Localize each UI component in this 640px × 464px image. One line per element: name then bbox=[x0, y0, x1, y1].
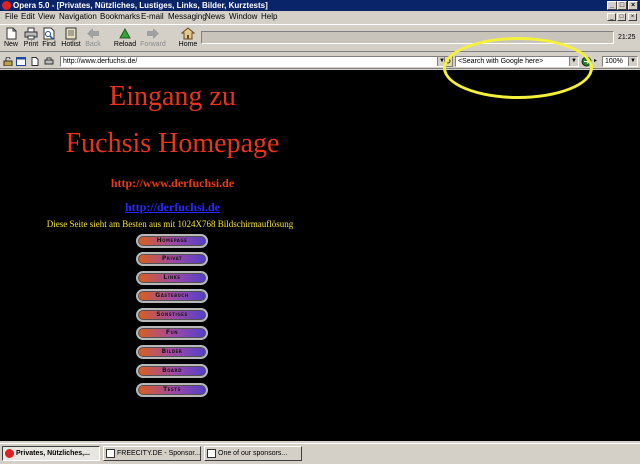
mdi-minimize-button[interactable]: _ bbox=[607, 13, 616, 21]
zoom-arrow-icon[interactable]: ▸ bbox=[594, 57, 597, 64]
hotlist-button[interactable]: Hotlist bbox=[60, 27, 82, 48]
mdi-close-button[interactable]: × bbox=[628, 13, 637, 21]
heading-line-2: Fuchsis Homepage bbox=[65, 128, 280, 159]
menu-help[interactable]: Help bbox=[261, 11, 277, 23]
menu-navigation[interactable]: Navigation bbox=[59, 11, 97, 23]
site-link[interactable]: http://derfuchsi.de bbox=[90, 200, 255, 215]
zoom-dropdown-icon[interactable]: ▼ bbox=[628, 57, 637, 66]
nav-links-button[interactable]: Links bbox=[136, 271, 208, 285]
menu-news[interactable]: News bbox=[205, 11, 225, 23]
back-button[interactable]: Back bbox=[84, 27, 102, 48]
menu-view[interactable]: View bbox=[38, 11, 55, 23]
document-icon bbox=[106, 449, 115, 458]
printer-icon bbox=[24, 27, 38, 40]
page-content: Eingang zu Fuchsis Homepage http://www.d… bbox=[0, 70, 640, 441]
heading-line-1: Eingang zu bbox=[109, 81, 236, 112]
nav-privat-button[interactable]: Privat bbox=[136, 252, 208, 266]
resolution-notice: Diese Seite sieht am Besten aus mit 1024… bbox=[46, 219, 294, 229]
forward-arrow-icon bbox=[147, 28, 159, 39]
menu-bookmarks[interactable]: Bookmarks bbox=[100, 11, 140, 23]
print-small-icon[interactable] bbox=[44, 57, 54, 66]
menu-email[interactable]: E-mail bbox=[141, 11, 164, 23]
minimize-window-button[interactable]: _ bbox=[607, 1, 617, 10]
forward-button[interactable]: Forward bbox=[139, 27, 167, 48]
nav-sonstiges-button[interactable]: Sonstiges bbox=[136, 308, 208, 322]
hotlist-icon bbox=[65, 27, 77, 40]
window-taskbar: Privates, Nützliches,... FREECITY.DE - S… bbox=[0, 443, 640, 464]
nav-gaestebuch-button[interactable]: Gästebuch bbox=[136, 289, 208, 303]
url-text: http://www.derfuchsi.de/ bbox=[63, 58, 138, 65]
close-window-button[interactable]: × bbox=[628, 1, 638, 10]
page-icon[interactable] bbox=[30, 57, 40, 66]
task-privates[interactable]: Privates, Nützliches,... bbox=[2, 446, 100, 461]
zoom-value: 100% bbox=[605, 58, 623, 65]
new-button[interactable]: New bbox=[3, 27, 19, 48]
menu-edit[interactable]: Edit bbox=[21, 11, 35, 23]
new-page-icon bbox=[6, 27, 17, 40]
nav-homepage-button[interactable]: Homepage bbox=[136, 234, 208, 248]
find-icon bbox=[43, 27, 55, 40]
zoom-select[interactable]: 100% ▼ bbox=[602, 56, 638, 67]
menu-window[interactable]: Window bbox=[229, 11, 257, 23]
nav-fun-button[interactable]: Fun bbox=[136, 326, 208, 340]
home-button[interactable]: Home bbox=[177, 27, 199, 48]
back-arrow-icon bbox=[87, 28, 99, 39]
nav-tests-button[interactable]: Tests bbox=[136, 383, 208, 397]
nav-board-button[interactable]: Board bbox=[136, 364, 208, 378]
menu-bar: File Edit View Navigation Bookmarks E-ma… bbox=[0, 11, 640, 23]
task-sponsors[interactable]: One of our sponsors... bbox=[204, 446, 302, 461]
find-button[interactable]: Find bbox=[41, 27, 57, 48]
home-icon bbox=[181, 27, 195, 40]
maximize-window-button[interactable]: □ bbox=[617, 1, 627, 10]
clock-display: 21:25 bbox=[618, 34, 636, 41]
lock-icon[interactable] bbox=[3, 57, 13, 66]
task-freecity[interactable]: FREECITY.DE - Sponsor... bbox=[103, 446, 201, 461]
menu-messaging[interactable]: Messaging bbox=[168, 11, 207, 23]
window-title-bar[interactable]: Opera 5.0 - [Privates, Nützliches, Lusti… bbox=[0, 0, 640, 11]
nav-bilder-button[interactable]: Bilder bbox=[136, 345, 208, 359]
reload-icon bbox=[119, 27, 131, 39]
mdi-restore-button[interactable]: □ bbox=[617, 13, 626, 21]
window-icon[interactable] bbox=[16, 57, 26, 66]
search-highlight-ellipse bbox=[443, 37, 593, 99]
opera-app-icon bbox=[2, 1, 11, 10]
opera-page-icon bbox=[5, 449, 14, 458]
print-button[interactable]: Print bbox=[22, 27, 40, 48]
document-icon bbox=[207, 449, 216, 458]
site-url-text: http://www.derfuchsi.de bbox=[110, 176, 235, 190]
menu-file[interactable]: File bbox=[5, 11, 18, 23]
reload-button[interactable]: Reload bbox=[112, 27, 138, 48]
url-input[interactable]: http://www.derfuchsi.de/ ▼ bbox=[60, 56, 447, 67]
window-title: Opera 5.0 - [Privates, Nützliches, Lusti… bbox=[13, 1, 268, 10]
